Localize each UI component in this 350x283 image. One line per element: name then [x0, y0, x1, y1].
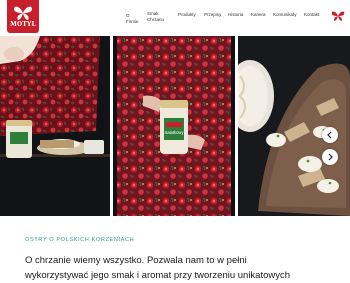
nav-item-label: Smak — [147, 11, 159, 16]
gallery-prev-button[interactable] — [322, 127, 338, 143]
nav-item-produkty[interactable]: Produkty — [178, 12, 196, 18]
nav-item-historia[interactable]: Historia — [228, 12, 243, 18]
section-kicker: OSTRY O POLSKICH KORZENIACH — [25, 237, 135, 243]
nav-item-kontakt[interactable]: Kontakt — [304, 12, 319, 18]
butterfly-icon[interactable] — [331, 9, 345, 23]
top-navigation: MOTYL O Firmie Smak Chrzanu Produkty Przep… — [0, 0, 350, 36]
gallery-photo-dress-with-jar — [0, 36, 110, 216]
gallery-photo-sandwiches — [238, 36, 350, 216]
hero-gallery: Sałatkowy — [0, 36, 350, 216]
gallery-next-button[interactable] — [322, 149, 338, 165]
nav-item-label: O — [126, 13, 130, 18]
nav-item-o-firmie[interactable]: O Firmie — [126, 13, 139, 24]
nav-item-kariera[interactable]: Kariera — [251, 12, 266, 18]
nav-item-smak-chrzanu[interactable]: Smak Chrzanu — [147, 11, 164, 22]
nav-item-komunikaty[interactable]: Komunikaty — [273, 12, 297, 18]
section-heading-line: wykorzystywać jego smak i aromat przy tw… — [25, 270, 291, 281]
nav-item-przepisy[interactable]: Przepisy — [204, 12, 221, 18]
chevron-left-icon — [327, 131, 332, 139]
nav-item-label: Chrzanu — [147, 16, 165, 22]
chevron-right-icon — [328, 153, 333, 161]
main-menu: O Firmie Smak Chrzanu Produkty Przepisy Hi… — [0, 10, 350, 30]
jar-label: Sałatkowy — [164, 130, 184, 135]
section-heading-line: O chrzanie wiemy wszystko. Pozwala nam t… — [25, 255, 247, 266]
gallery-photo-woman-holding-jar: Sałatkowy — [113, 36, 235, 216]
nav-item-label: Firmie — [126, 18, 139, 24]
section-heading: O chrzanie wiemy wszystko. Pozwala nam t… — [25, 253, 350, 283]
